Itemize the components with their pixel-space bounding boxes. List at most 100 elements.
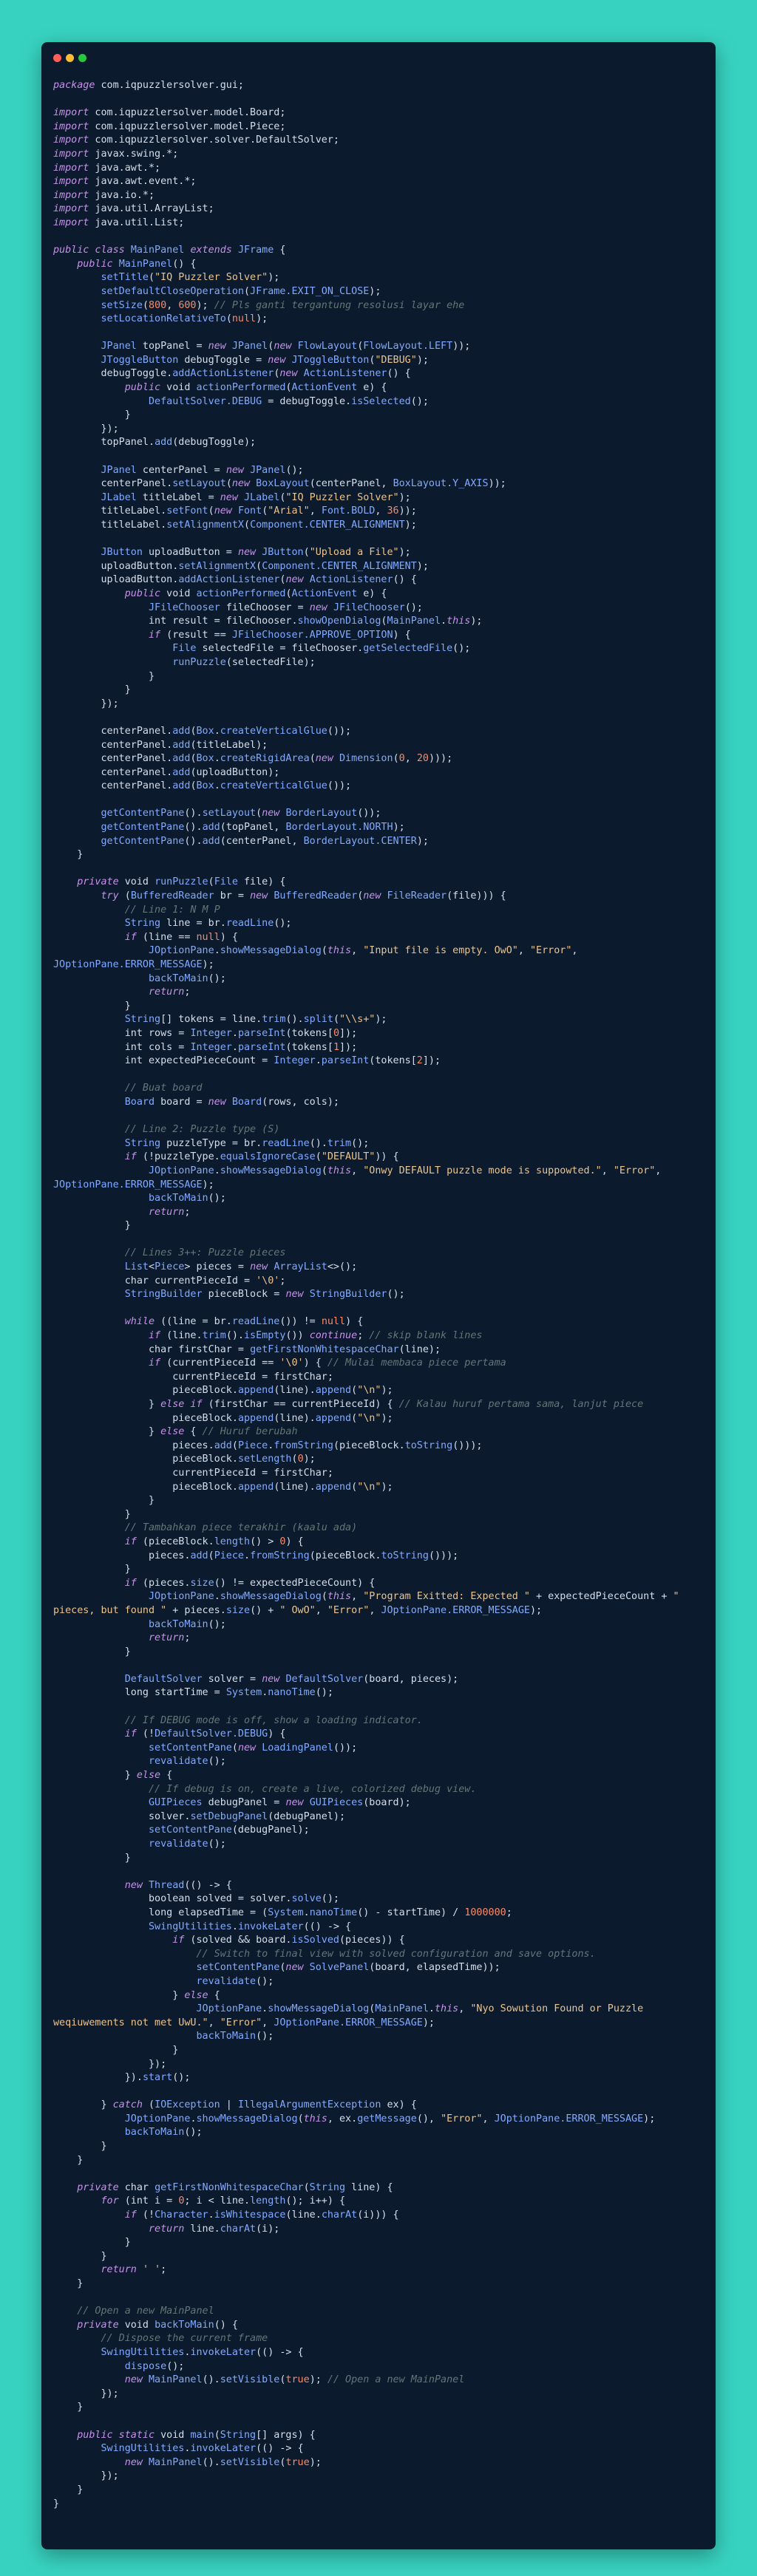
code-token: (line == (136, 931, 197, 943)
code-token: LoadingPanel (262, 1742, 333, 1754)
code-token: append (237, 1412, 274, 1424)
code-token: runPuzzle (172, 656, 226, 668)
code-line: int result = fileChooser.showOpenDialog(… (53, 615, 704, 629)
code-token: (). (184, 822, 203, 834)
code-line: File selectedFile = fileChooser.getSelec… (53, 642, 704, 656)
code-token: titleLabel = (136, 491, 220, 503)
code-line: } (53, 684, 704, 698)
code-line: backToMain(); (53, 1192, 704, 1206)
code-line: import java.io.*; (53, 189, 704, 203)
code-line: } (53, 2401, 704, 2415)
code-token: add (172, 725, 191, 737)
code-token: backToMain (155, 2319, 214, 2331)
maximize-dot-icon[interactable] (78, 54, 86, 62)
code-token: Box (196, 753, 214, 765)
minimize-dot-icon[interactable] (66, 54, 74, 62)
code-token: BorderLayout (285, 808, 358, 820)
code-token: (debugPanel); (268, 1810, 346, 1822)
code-token: // Tambahkan piece terakhir (kaalu ada) (124, 1522, 358, 1534)
code-token: private (77, 2181, 119, 2193)
code-token: import (53, 189, 89, 201)
code-token: (). (202, 2456, 220, 2468)
code-token: puzzleType = br. (160, 1137, 262, 1149)
code-token: (solved && board. (184, 1935, 292, 1946)
code-token: void (155, 2429, 191, 2441)
code-token: "Arial" (268, 505, 310, 517)
code-line: titleLabel.setFont(new Font("Arial", Fon… (53, 505, 704, 519)
code-token: (i); (256, 2223, 280, 2235)
code-token: MainPanel (375, 2003, 429, 2015)
code-token: SolvePanel (309, 1962, 370, 1974)
code-token: // Buat board (124, 1083, 203, 1094)
code-token: createVerticalGlue (220, 725, 327, 737)
code-line: new MainPanel().setVisible(true); // Ope… (53, 2374, 704, 2388)
code-token: file) { (237, 876, 286, 888)
code-token: return (101, 2264, 137, 2276)
code-token: else (160, 1426, 185, 1438)
code-token: line = br. (160, 918, 226, 930)
code-line: import java.awt.*; (53, 162, 704, 176)
code-line: ​ (53, 1233, 704, 1247)
code-token: ]); (339, 1027, 358, 1039)
code-token: { (274, 245, 286, 256)
code-token: ; (279, 1275, 286, 1287)
code-line: SwingUtilities.invokeLater(() -> { (53, 2346, 704, 2360)
code-token: IllegalArgumentException (237, 2099, 381, 2111)
code-token: uploadButton. (53, 574, 179, 586)
code-token: JButton (101, 547, 143, 559)
code-token: parseInt (237, 1041, 286, 1053)
code-token: 800 (149, 299, 167, 311)
code-token: '\0' (256, 1275, 280, 1287)
code-line: JButton uploadButton = new JButton("Uplo… (53, 546, 704, 560)
code-token: else if (160, 1399, 203, 1410)
code-token: append (237, 1481, 274, 1493)
code-line: pieceBlock.append(line).append("\n"); (53, 1412, 704, 1426)
code-token: new (285, 1289, 304, 1301)
code-line: char currentPieceId = '\0'; (53, 1275, 704, 1289)
code-token: size (190, 1577, 214, 1589)
code-line: JOptionPane.showMessageDialog(this, "Inp… (53, 944, 704, 972)
code-token: com.iqpuzzlersolver.model.Piece; (89, 120, 286, 132)
code-token: Piece (237, 1439, 268, 1451)
code-token: nanoTime (309, 1907, 358, 1918)
code-token: . (303, 1907, 310, 1918)
code-token: topPanel. (53, 437, 155, 449)
code-line: JPanel centerPanel = new JPanel(); (53, 464, 704, 478)
code-token: (). (285, 1014, 304, 1026)
code-line: try (BufferedReader br = new BufferedRea… (53, 890, 704, 904)
code-token: (centerPanel, (220, 835, 304, 847)
code-token: import (53, 134, 89, 146)
code-token: (!puzzleType. (136, 1151, 220, 1163)
code-token: ( (321, 1165, 327, 1176)
code-token: new (231, 478, 251, 490)
code-token: FlowLayout.LEFT (363, 341, 453, 352)
code-token: Board (231, 1096, 262, 1108)
code-token: (() -> { (303, 1921, 352, 1932)
code-token: ( (351, 1385, 358, 1397)
code-token: backToMain (149, 1618, 208, 1630)
code-token: JLabel (244, 491, 280, 503)
code-token: currentPieceId = firstChar; (53, 1371, 333, 1383)
code-token: setLocationRelativeTo (101, 313, 226, 325)
close-dot-icon[interactable] (53, 54, 61, 62)
code-token: ( (118, 890, 131, 902)
code-line: } (53, 1508, 704, 1522)
code-token: (tokens[ (285, 1041, 333, 1053)
code-line: getContentPane().add(centerPanel, Border… (53, 835, 704, 849)
code-token: ); (256, 313, 268, 325)
code-token: pieceBlock. (53, 1454, 238, 1465)
code-line: String puzzleType = br.readLine().trim()… (53, 1137, 704, 1151)
